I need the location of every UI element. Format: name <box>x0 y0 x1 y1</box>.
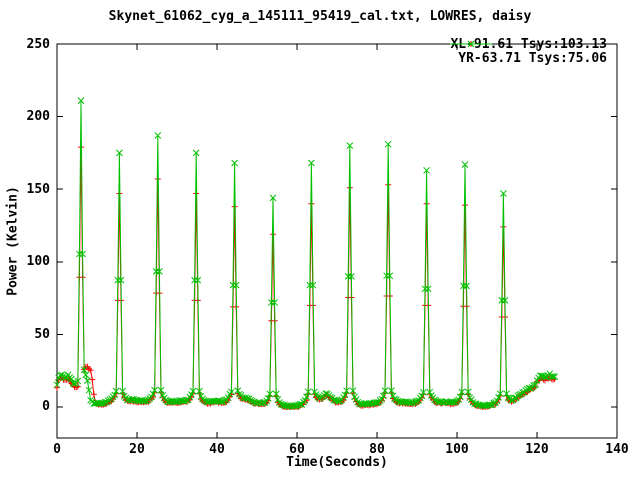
chart-title: Skynet_61062_cyg_a_145111_95419_cal.txt,… <box>108 9 532 24</box>
x-tick-label: 100 <box>445 442 469 457</box>
plot-border <box>56 43 618 439</box>
y-tick-label: 250 <box>26 36 50 52</box>
axis-ticks <box>56 43 618 438</box>
x-axis-label: Time(Seconds) <box>286 455 388 470</box>
y-tick-label: 200 <box>26 109 50 125</box>
y-axis-label-text: Power (Kelvin) <box>5 186 21 296</box>
legend-entry: YR-63.71 Tsys:75.06 <box>450 40 607 66</box>
gnuplot-chart-window: Skynet_61062_cyg_a_145111_95419_cal.txt,… <box>0 0 640 480</box>
x-tick-label: 0 <box>53 442 61 457</box>
series-yr-line <box>56 100 555 408</box>
x-tick-label: 20 <box>129 442 145 457</box>
y-tick-label: 0 <box>42 399 50 415</box>
legend-sample-line <box>450 40 493 48</box>
x-tick-label: 140 <box>605 442 629 457</box>
x-tick-label: 120 <box>525 442 549 457</box>
x-tick-label: 60 <box>289 442 305 457</box>
legend: XL-91.61 Tsys:103.13 YR-63.71 Tsys:75.06 <box>450 38 607 66</box>
legend-sample-cross-icon <box>450 40 493 48</box>
legend-label: YR-63.71 Tsys:75.06 <box>458 51 607 66</box>
series-yr-markers <box>53 97 558 410</box>
x-tick-label: 40 <box>209 442 225 457</box>
x-tick-label: 80 <box>369 442 385 457</box>
y-tick-label: 50 <box>34 326 50 342</box>
y-tick-label: 100 <box>26 254 50 270</box>
series-xl-line <box>56 147 555 408</box>
series-xl-markers <box>54 144 558 410</box>
plot-area <box>53 43 618 439</box>
y-tick-label: 150 <box>26 181 50 197</box>
